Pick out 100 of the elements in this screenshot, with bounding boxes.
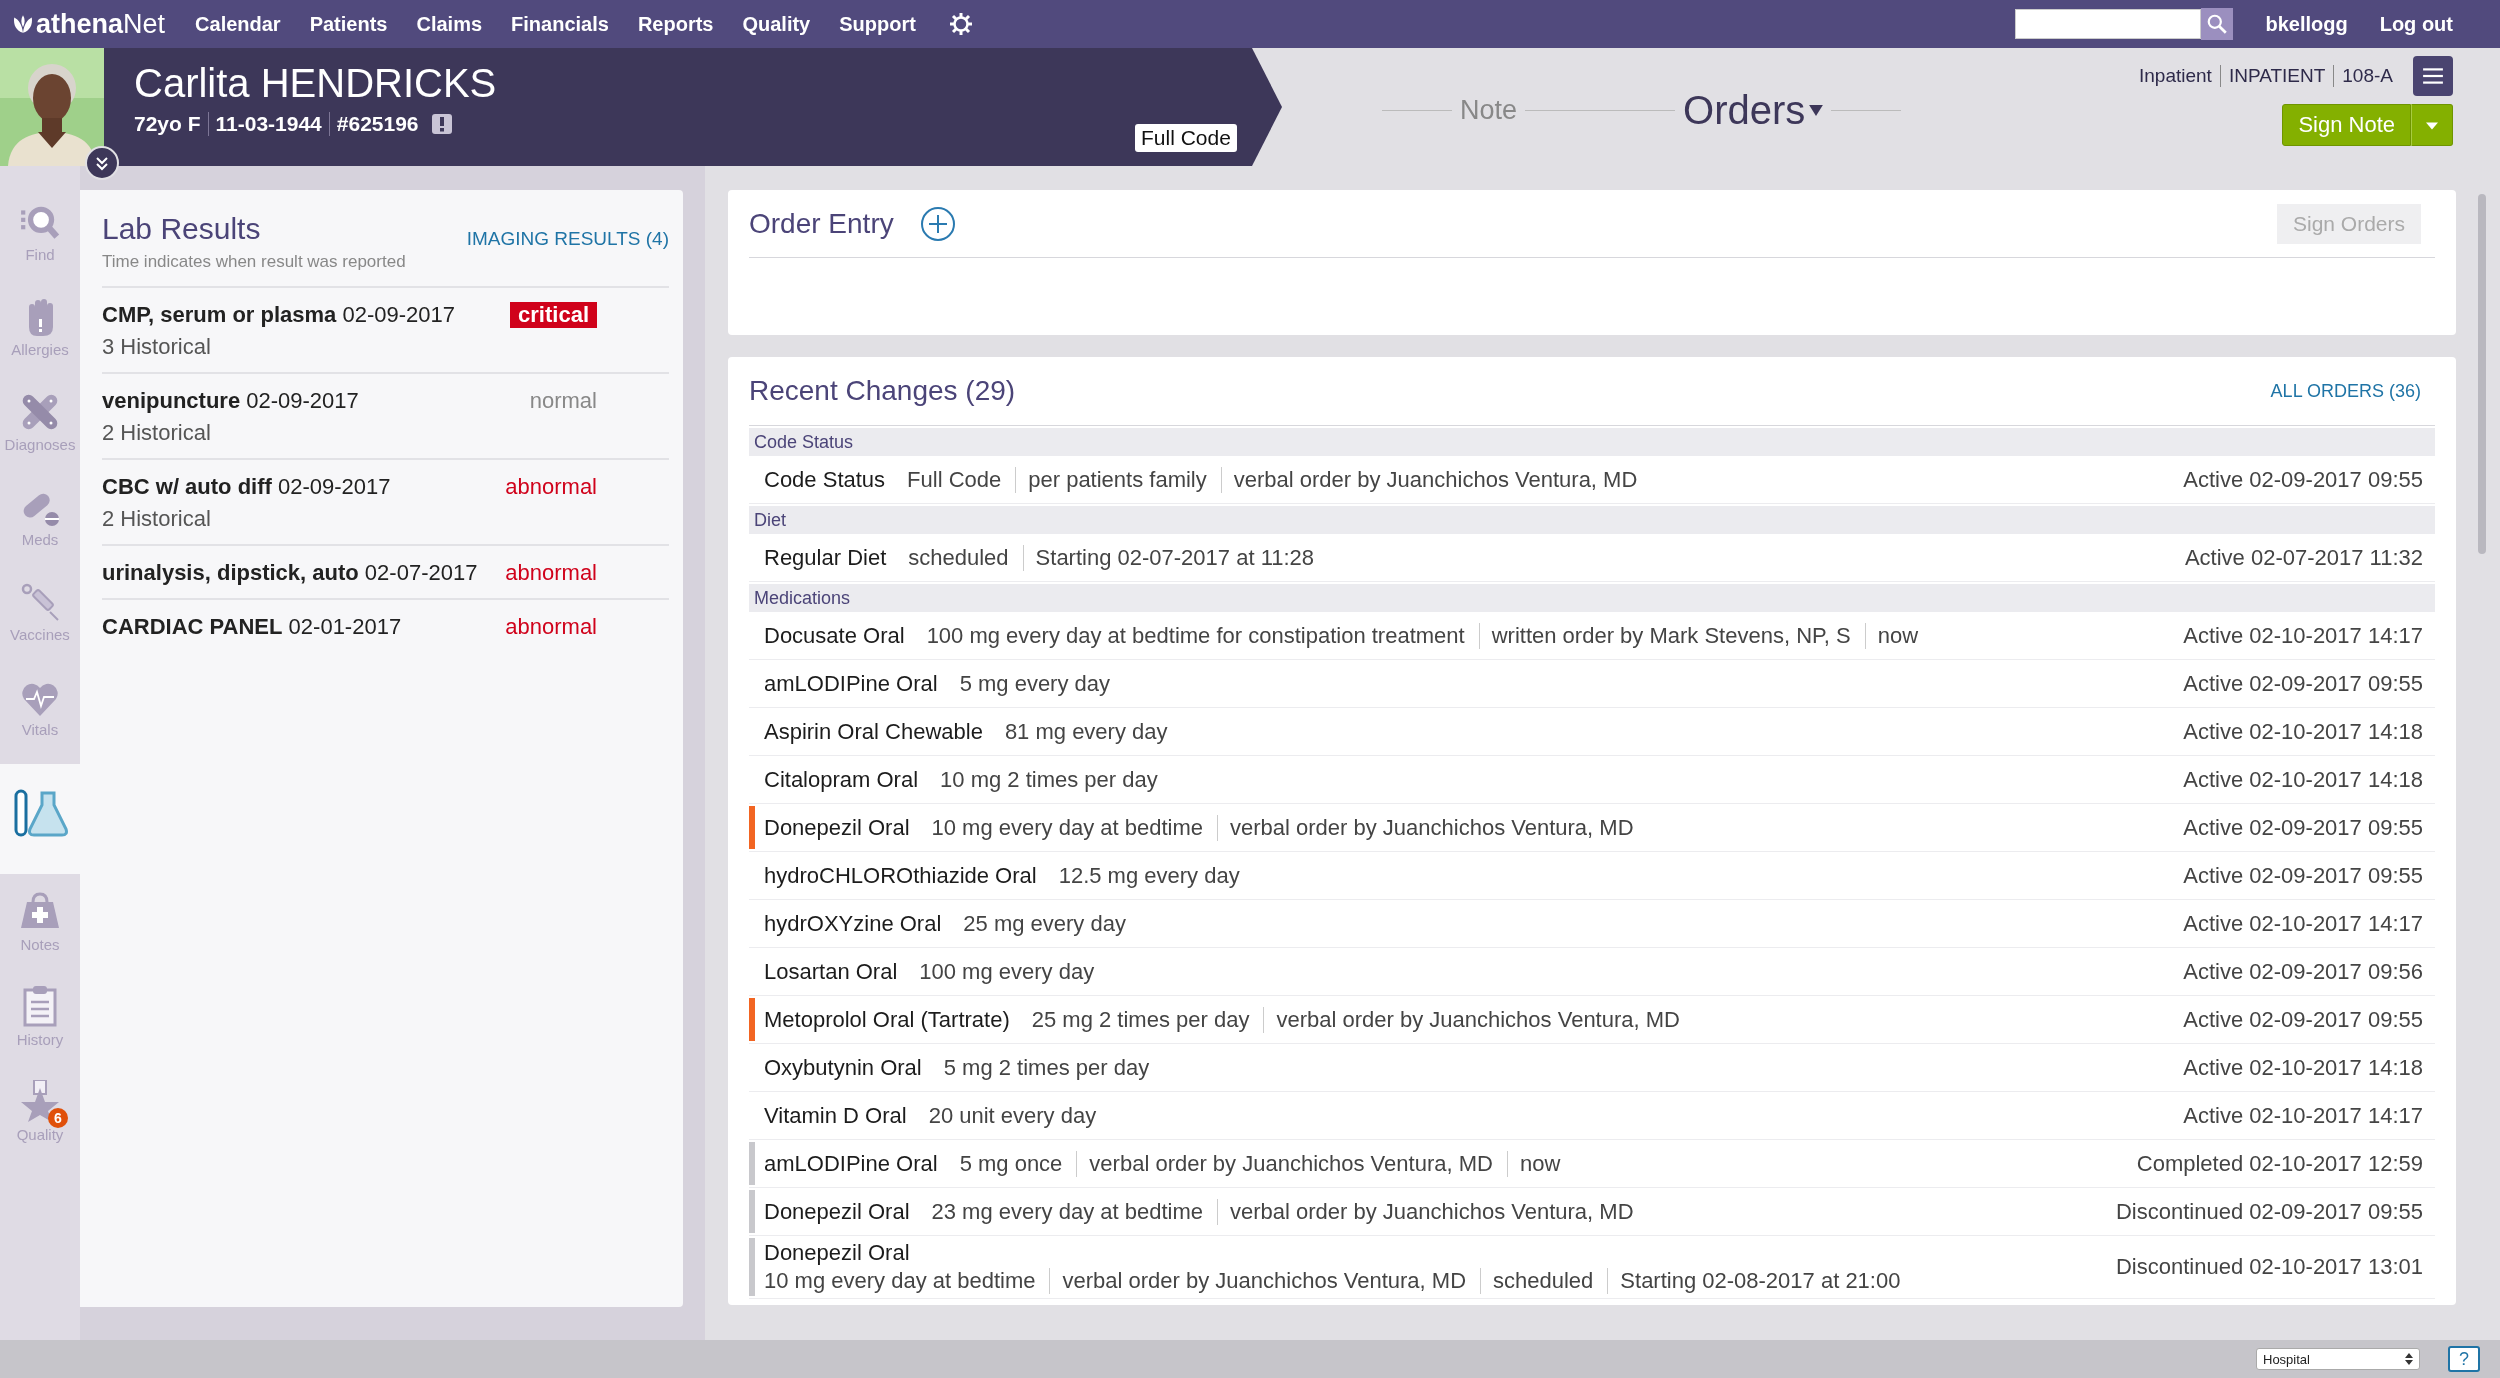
app-logo[interactable]: athenaNet (12, 8, 166, 40)
order-row[interactable]: Donepezil Oral 10 mg every day at bedtime verbal order by Juanchichos Ventura, MD Active 02-09-2017 09:55 (749, 804, 2435, 852)
nav-link[interactable]: Calendar (195, 12, 281, 36)
order-detail: 12.5 mg every day (1058, 862, 1240, 889)
search-button[interactable] (2201, 8, 2234, 40)
sidebar-item[interactable]: 6 Quality (0, 1070, 80, 1165)
order-name: amLODIPine Oral (764, 670, 938, 697)
historical-count[interactable]: 2 Historical (102, 420, 597, 446)
code-status-badge: Full Code (1135, 124, 1237, 152)
star-ribbon-icon (20, 1080, 60, 1122)
sidebar-item[interactable] (0, 764, 80, 874)
encounter-info: 108-A (2333, 65, 2393, 87)
order-name: hydrOXYzine Oral (764, 910, 942, 937)
order-name: Vitamin D Oral (764, 1102, 907, 1129)
lab-result-name[interactable]: CMP, serum or plasma 02-09-2017 (102, 302, 455, 328)
category-header: Diet (749, 506, 2435, 534)
order-detail: 10 mg every day at bedtime (931, 814, 1203, 841)
order-status: Active 02-10-2017 14:18 (2183, 766, 2423, 793)
order-detail: scheduled (908, 544, 1009, 571)
order-detail: verbal order by Juanchichos Ventura, MD (1217, 1198, 1634, 1225)
nav-link[interactable]: Reports (637, 12, 714, 36)
nav-link[interactable]: Support (839, 12, 916, 36)
order-status: Active 02-10-2017 14:18 (2183, 1054, 2423, 1081)
leaf-icon (12, 14, 34, 34)
order-name: Metoprolol Oral (Tartrate) (764, 1006, 1010, 1033)
order-status: Discontinued 02-10-2017 13:01 (2116, 1254, 2423, 1280)
logout-link[interactable]: Log out (2379, 12, 2453, 36)
clipboard-icon (22, 985, 58, 1027)
order-detail: 20 unit every day (928, 1102, 1097, 1129)
user-link[interactable]: bkellogg (2265, 12, 2348, 36)
order-detail: verbal order by Juanchichos Ventura, MD (1217, 814, 1634, 841)
scrollbar-thumb[interactable] (2478, 194, 2486, 554)
order-row[interactable]: Donepezil Oral 23 mg every day at bedtime verbal order by Juanchichos Ventura, MD Discontinued 02-09-2017 09:55 (749, 1188, 2435, 1236)
menu-button[interactable] (2413, 56, 2453, 96)
order-detail: verbal order by Juanchichos Ventura, MD (1263, 1006, 1680, 1033)
order-name: Docusate Oral (764, 622, 905, 649)
historical-count[interactable]: 2 Historical (102, 506, 597, 532)
order-detail: 23 mg every day at bedtime (931, 1198, 1203, 1225)
order-row[interactable]: Vitamin D Oral 20 unit every day Active 02-10-2017 14:17 (749, 1092, 2435, 1140)
order-row[interactable]: Regular Diet scheduled Starting 02-07-2017 at 11:28 Active 02-07-2017 11:32 (749, 534, 2435, 582)
order-row[interactable]: Losartan Oral 100 mg every day Active 02-09-2017 09:56 (749, 948, 2435, 996)
updown-icon (2405, 1353, 2413, 1365)
search-field[interactable] (2015, 9, 2202, 39)
caret-icon (1809, 104, 1824, 116)
search-icon (2206, 13, 2229, 35)
workflow-tab[interactable]: Orders (1683, 87, 1824, 133)
count-badge: 6 (48, 1108, 68, 1128)
order-row[interactable]: hydrOXYzine Oral 25 mg every day Active 02-10-2017 14:17 (749, 900, 2435, 948)
category-header: Code Status (749, 428, 2435, 456)
order-row[interactable]: amLODIPine Oral 5 mg once verbal order by Juanchichos Ventura, MD now Completed 02-10-2017 12:59 (749, 1140, 2435, 1188)
patient-name: Carlita HENDRICKS (134, 60, 497, 106)
order-name: Code Status (764, 466, 886, 493)
order-row[interactable]: Docusate Oral 100 mg every day at bedtime for constipation treatment written order by Mark Stevens, NP, S now Active 02-10-2017 14:17 (749, 612, 2435, 660)
order-row[interactable]: Code Status Full Code per patients family verbal order by Juanchichos Ventura, MD Active 02-09-2017 09:55 (749, 456, 2435, 504)
imaging-results-link[interactable]: IMAGING RESULTS (4) (466, 228, 669, 250)
nav-link[interactable]: Claims (416, 12, 483, 36)
order-detail: per patients family (1015, 466, 1207, 493)
historical-count[interactable]: 3 Historical (102, 334, 597, 360)
order-detail: now (1506, 1150, 1561, 1177)
panel-subtitle: Time indicates when result was reported (102, 252, 406, 272)
order-detail: Starting 02-07-2017 at 11:28 (1022, 544, 1315, 571)
order-detail: written order by Mark Stevens, NP, S (1478, 622, 1851, 649)
nav-link[interactable]: Patients (309, 12, 388, 36)
order-status: Discontinued 02-09-2017 09:55 (2116, 1198, 2423, 1225)
all-orders-link[interactable]: ALL ORDERS (36) (2270, 380, 2421, 402)
alert-icon[interactable] (430, 113, 453, 135)
order-row[interactable]: Donepezil Oral 10 mg every day at bedtime verbal order by Juanchichos Ventura, MD scheduled Starting 02-08-2017 at 21:00 Discontinued 02-10-2017 13:01 (749, 1236, 2435, 1299)
order-detail: now (1864, 622, 1919, 649)
order-detail: 5 mg 2 times per day (943, 1054, 1150, 1081)
order-status: Completed 02-10-2017 12:59 (2136, 1150, 2423, 1177)
order-status: Active 02-10-2017 14:17 (2183, 910, 2423, 937)
order-detail: 5 mg once (959, 1150, 1063, 1177)
order-detail: verbal order by Juanchichos Ventura, MD (1076, 1150, 1493, 1177)
encounter-info: Inpatient (2138, 65, 2212, 87)
add-icon[interactable] (919, 205, 956, 242)
order-status: Active 02-09-2017 09:56 (2183, 958, 2423, 985)
order-status: Active 02-09-2017 09:55 (2183, 670, 2423, 697)
heart-icon (20, 681, 60, 717)
order-name: Regular Diet (764, 544, 887, 571)
patient-age-sex: 72yo F (134, 112, 201, 136)
order-detail: 10 mg 2 times per day (940, 766, 1158, 793)
order-row[interactable]: Oxybutynin Oral 5 mg 2 times per day Active 02-10-2017 14:18 (749, 1044, 2435, 1092)
location-select[interactable]: Hospital (2256, 1348, 2420, 1370)
order-row[interactable]: Aspirin Oral Chewable 81 mg every day Active 02-10-2017 14:18 (749, 708, 2435, 756)
order-name: Aspirin Oral Chewable (764, 718, 983, 745)
lab-result-name[interactable]: CARDIAC PANEL 02-01-2017 (102, 614, 402, 640)
settings-icon[interactable] (948, 12, 973, 36)
order-row[interactable]: Metoprolol Oral (Tartrate) 25 mg 2 times per day verbal order by Juanchichos Ventura, MD Active 02-09-2017 09:55 (749, 996, 2435, 1044)
nav-link[interactable]: Quality (742, 12, 811, 36)
lab-result-name[interactable]: urinalysis, dipstick, auto 02-07-2017 (102, 560, 478, 586)
result-status: abnormal (505, 560, 597, 586)
nav-link[interactable]: Financials (511, 12, 609, 36)
lab-result-name[interactable]: venipuncture 02-09-2017 (102, 388, 359, 414)
order-row[interactable]: hydroCHLOROthiazide Oral 12.5 mg every day Active 02-09-2017 09:55 (749, 852, 2435, 900)
lab-result-name[interactable]: CBC w/ auto diff 02-09-2017 (102, 474, 391, 500)
help-button[interactable]: ? (2448, 1346, 2480, 1372)
order-row[interactable]: amLODIPine Oral 5 mg every day Active 02-09-2017 09:55 (749, 660, 2435, 708)
order-detail: scheduled (1480, 1268, 1594, 1294)
order-name: Losartan Oral (764, 958, 898, 985)
order-row[interactable]: Citalopram Oral 10 mg 2 times per day Active 02-10-2017 14:18 (749, 756, 2435, 804)
